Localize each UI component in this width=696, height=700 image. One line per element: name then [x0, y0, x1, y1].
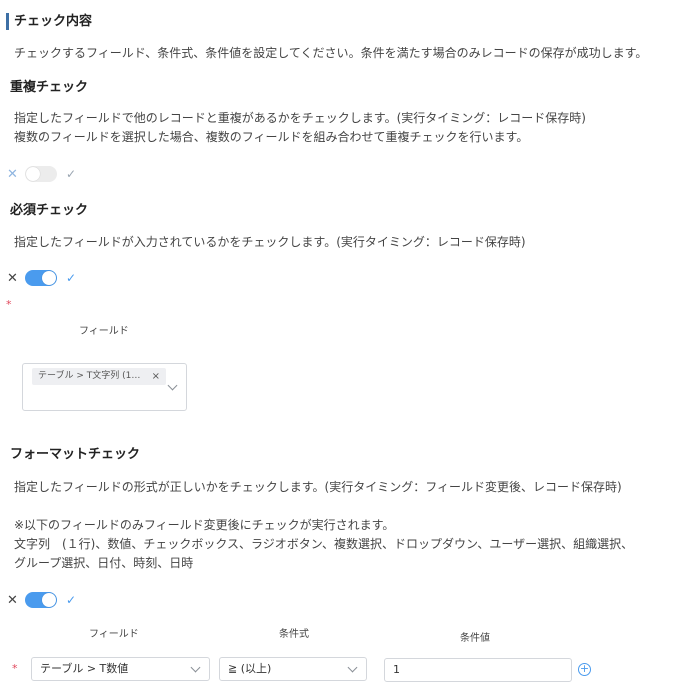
section-title-accent-bar [6, 13, 9, 30]
chevron-down-icon [190, 662, 201, 673]
close-icon: ✕ [7, 593, 18, 608]
format-operator-select-value: ≧ (以上) [228, 662, 272, 675]
section-title: チェック内容 [14, 14, 93, 29]
required-mark: * [6, 298, 12, 311]
format-value-input-text: 1 [393, 663, 400, 676]
format-value-input[interactable]: 1 [384, 658, 572, 682]
format-check-toggle[interactable] [25, 592, 57, 608]
close-icon: ✕ [7, 167, 18, 182]
duplicate-check-heading: 重複チェック [10, 80, 89, 95]
check-icon: ✓ [66, 593, 77, 607]
toggle-knob [42, 271, 56, 285]
plus-circle-icon[interactable]: + [578, 663, 591, 676]
column-header-value: 条件値 [460, 633, 490, 644]
check-icon: ✓ [66, 167, 77, 181]
close-icon: ✕ [7, 271, 18, 286]
duplicate-check-description-line-2: 複数のフィールドを選択した場合、複数のフィールドを組み合わせて重複チェックを行い… [14, 130, 529, 144]
column-header-operator: 条件式 [279, 629, 309, 640]
tag-remove-icon[interactable]: × [152, 368, 160, 385]
required-field-label: フィールド [79, 326, 129, 337]
chevron-down-icon [167, 380, 178, 391]
format-check-heading: フォーマットチェック [10, 447, 141, 462]
format-field-select[interactable]: テーブル > T数値 [31, 657, 210, 681]
required-field-multiselect[interactable]: テーブル > T文字列 (1… × [22, 363, 187, 411]
toggle-knob [42, 593, 56, 607]
format-operator-select[interactable]: ≧ (以上) [219, 657, 367, 681]
format-check-description: 指定したフィールドの形式が正しいかをチェックします。(実行タイミング：フィールド… [14, 480, 622, 494]
format-field-select-value: テーブル > T数値 [40, 662, 129, 675]
toggle-knob [26, 167, 40, 181]
format-check-note-line-3: グループ選択、日付、時刻、日時 [14, 556, 194, 570]
required-check-toggle[interactable] [25, 270, 57, 286]
required-check-heading: 必須チェック [10, 203, 89, 218]
column-header-field: フィールド [89, 629, 139, 640]
selected-field-tag: テーブル > T文字列 (1… × [32, 368, 166, 385]
chevron-down-icon [347, 662, 358, 673]
required-mark: * [12, 662, 18, 675]
format-check-note-line-1: ※以下のフィールドのみフィールド変更後にチェックが実行されます。 [14, 518, 395, 532]
duplicate-check-description-line-1: 指定したフィールドで他のレコードと重複があるかをチェックします。(実行タイミング… [14, 111, 586, 125]
check-icon: ✓ [66, 271, 77, 285]
required-check-description: 指定したフィールドが入力されているかをチェックします。(実行タイミング：レコード… [14, 235, 526, 249]
selected-field-tag-label: テーブル > T文字列 (1… [38, 371, 141, 381]
duplicate-check-toggle[interactable] [25, 166, 57, 182]
format-check-note-line-2: 文字列 (１行)、数値、チェックボックス、ラジオボタン、複数選択、ドロップダウン… [14, 537, 634, 551]
section-description: チェックするフィールド、条件式、条件値を設定してください。条件を満たす場合のみレ… [14, 46, 648, 60]
